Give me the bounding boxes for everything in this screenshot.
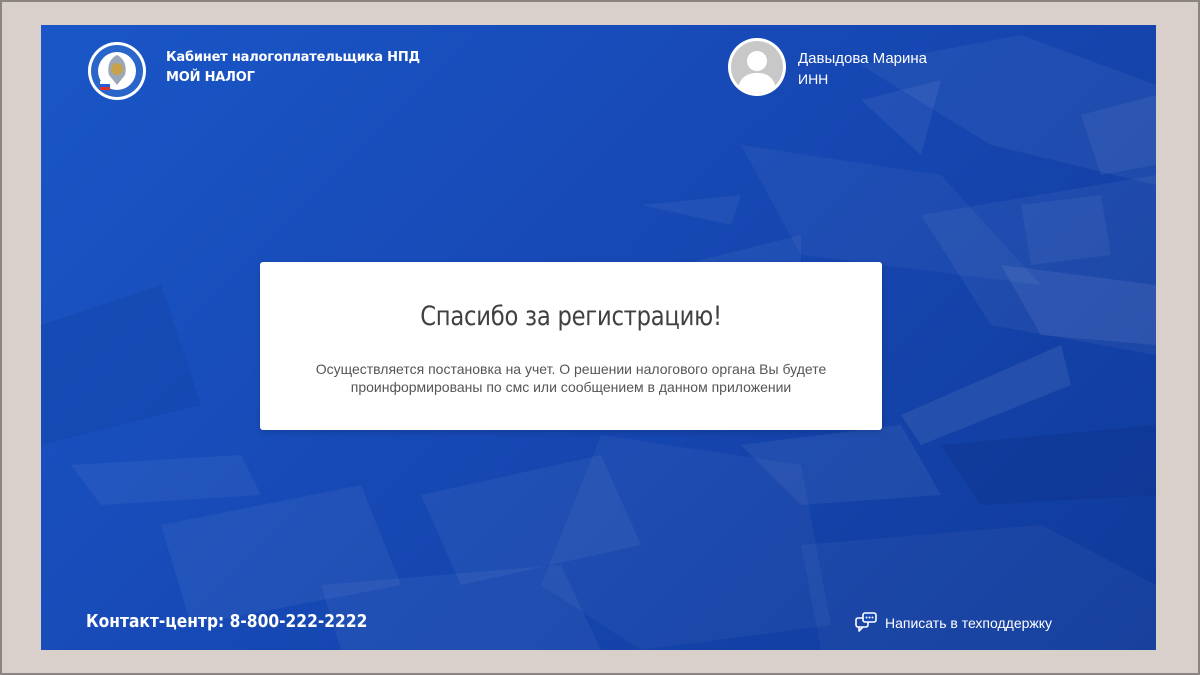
app-title: Кабинет налогоплательщика НПД МОЙ НАЛОГ bbox=[166, 48, 420, 88]
support-link-label: Написать в техподдержку bbox=[885, 615, 1053, 631]
user-avatar[interactable] bbox=[728, 38, 786, 96]
app-screen: Кабинет налогоплательщика НПД МОЙ НАЛОГ … bbox=[41, 25, 1156, 650]
support-link[interactable]: Написать в техподдержку bbox=[855, 610, 1052, 636]
contact-center: Контакт-центр: 8-800-222-2222 bbox=[86, 611, 368, 632]
registration-success-card: Спасибо за регистрацию! Осуществляется п… bbox=[260, 262, 882, 430]
chat-bubbles-icon bbox=[855, 612, 877, 632]
fns-emblem-icon bbox=[88, 42, 146, 100]
app-title-line1: Кабинет налогоплательщика НПД bbox=[166, 50, 420, 65]
card-title: Спасибо за регистрацию! bbox=[420, 301, 722, 332]
user-avatar-icon bbox=[737, 51, 777, 93]
user-name: Давыдова Марина bbox=[798, 50, 928, 67]
app-title-line2: МОЙ НАЛОГ bbox=[166, 70, 255, 85]
user-inn-label: ИНН bbox=[798, 71, 829, 87]
card-message: Осуществляется постановка на учет. О реш… bbox=[315, 361, 827, 395]
